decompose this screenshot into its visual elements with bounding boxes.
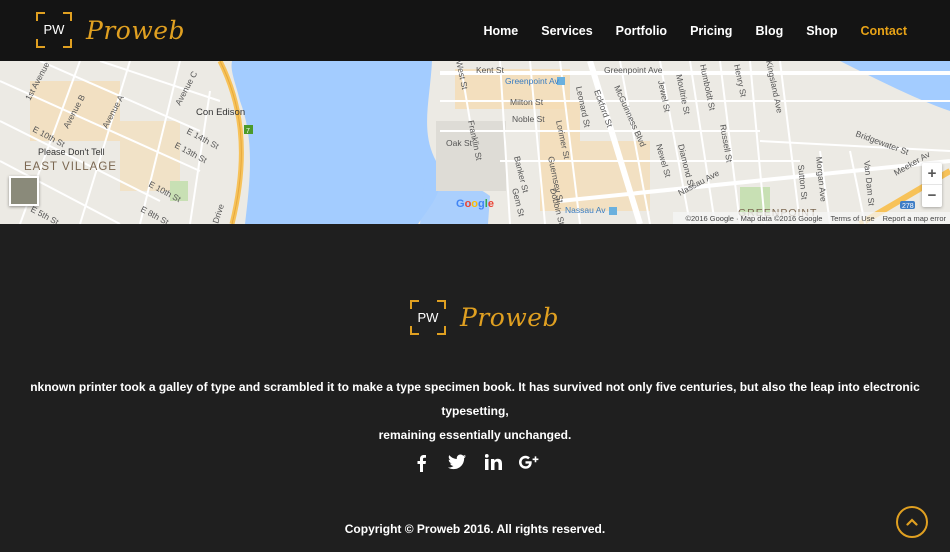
footer-logo-mark: PW [410,300,446,335]
map-label-con-edison: Con Edison [196,107,245,118]
logo-mark: PW [36,12,72,48]
street-view-pegman[interactable] [9,176,39,206]
map-label-pdt: Please Don't Tell [38,147,105,157]
chevron-up-icon [906,518,918,526]
footer-logo-initials: PW [417,310,439,325]
site-footer: PW Proweb nknown printer took a galley o… [0,224,950,552]
nav-blog[interactable]: Blog [755,24,783,38]
nav-contact[interactable]: Contact [860,24,907,38]
copyright-text: Copyright © Proweb 2016. All rights rese… [344,522,606,536]
map-label-oak-st: Oak St [446,138,473,148]
map-attribution: ©2016 Google · Map data ©2016 Google [685,213,823,223]
nav-pricing[interactable]: Pricing [690,24,732,38]
map-label-greenpoint-av-station: Greenpoint Av [505,76,559,86]
nav-home[interactable]: Home [484,24,519,38]
google-map[interactable]: EAST VILLAGE GREENPOINT Con Edison Pleas… [0,61,950,224]
zoom-in-button[interactable]: + [922,163,942,185]
map-report-link[interactable]: Report a map error [883,214,946,223]
nav-services[interactable]: Services [541,24,592,38]
map-label-route-278: 278 [902,203,914,210]
map-label-kent-st: Kent St [476,65,505,75]
map-label-nassau-av-station: Nassau Av [565,205,606,215]
nav-portfolio[interactable]: Portfolio [616,24,667,38]
site-logo[interactable]: PW Proweb [36,12,185,48]
footer-logo[interactable]: PW Proweb [410,300,559,335]
map-label-noble-st: Noble St [512,114,545,124]
google-logo[interactable]: Google [456,198,494,210]
map-attribution-bar: ©2016 Google · Map data ©2016 Google Ter… [673,212,950,224]
google-plus-icon[interactable] [511,454,547,477]
facebook-icon[interactable] [403,454,439,477]
map-label-milton-st: Milton St [510,97,544,107]
map-terms-link[interactable]: Terms of Use [830,214,874,223]
main-nav: Home Services Portfolio Pricing Blog Sho… [461,0,908,61]
logo-name: Proweb [86,15,186,45]
zoom-out-button[interactable]: − [922,185,942,207]
logo-initials: PW [43,22,65,37]
map-zoom-control: + − [922,163,942,207]
linkedin-icon[interactable] [475,454,511,477]
site-header: PW Proweb Home Services Portfolio Pricin… [0,0,950,61]
footer-description: nknown printer took a galley of type and… [30,380,920,442]
twitter-icon[interactable] [439,454,475,477]
map-label-route-7: 7 [246,128,250,135]
social-links [0,454,950,477]
nav-shop[interactable]: Shop [806,24,837,38]
back-to-top-button[interactable] [896,506,928,538]
map-label-greenpoint-ave: Greenpoint Ave [604,65,663,75]
map-label-east-village: EAST VILLAGE [24,161,117,173]
footer-logo-name: Proweb [460,303,560,332]
